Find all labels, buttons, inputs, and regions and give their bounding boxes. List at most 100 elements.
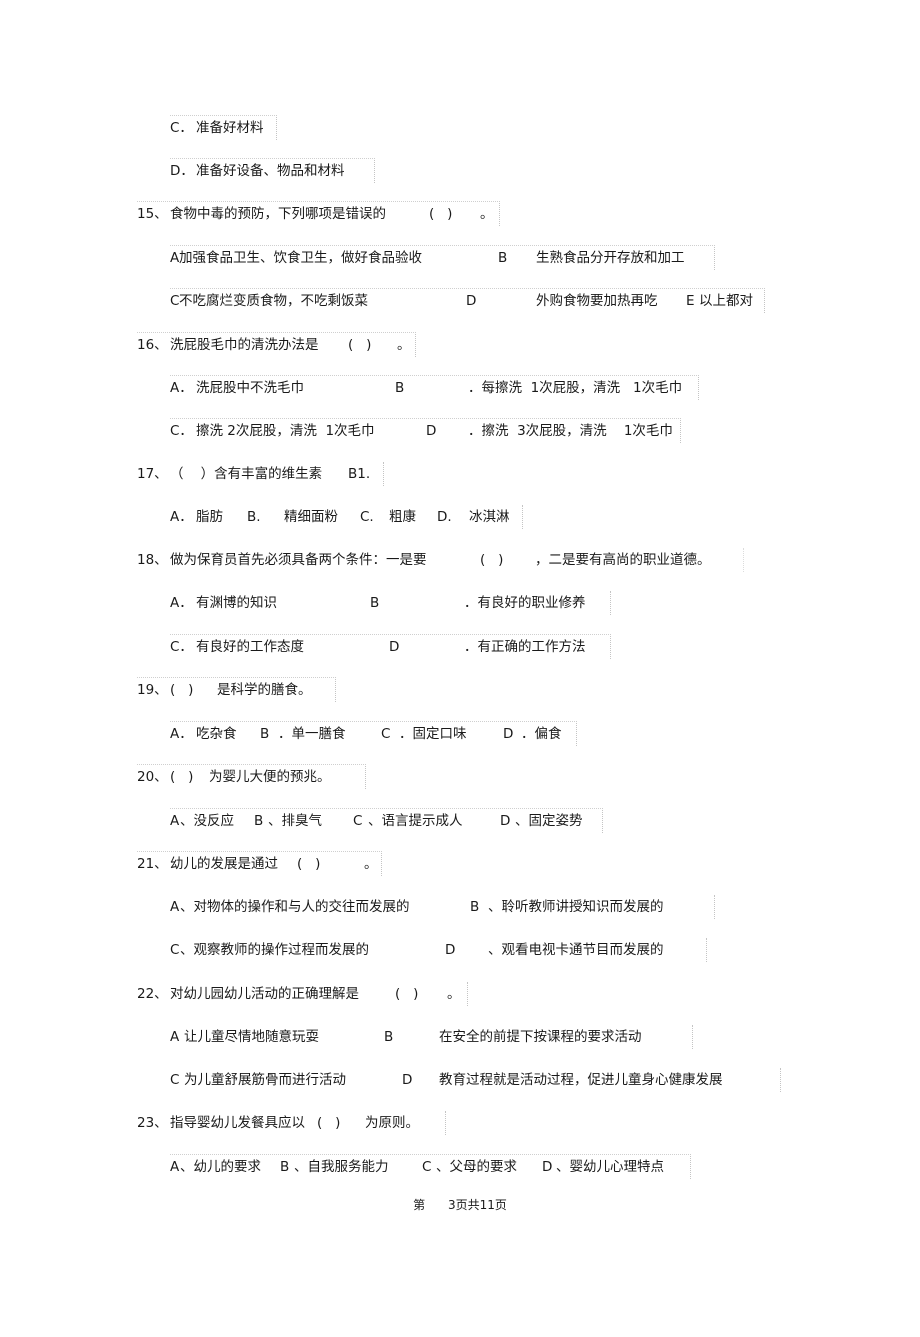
question-17: 17、 （ ）含有丰富的维生素 B1. xyxy=(137,462,384,486)
question-end: 。 xyxy=(480,206,494,222)
option-text: 、幼儿的要求 xyxy=(180,1159,261,1175)
option-label: D xyxy=(445,942,456,958)
option-label: B xyxy=(260,726,270,742)
question-22: 22、 对幼儿园幼儿活动的正确理解是 ( ) 。 xyxy=(137,982,468,1006)
option-text: 有渊博的知识 xyxy=(196,595,277,611)
question-number: 22、 xyxy=(137,986,168,1002)
answer-blank: ( ) xyxy=(297,856,321,872)
footer-total-pages: 11 xyxy=(479,1198,495,1212)
question-stem: （ ）含有丰富的维生素 xyxy=(170,466,323,482)
option-text: 、聆听教师讲授知识而发展的 xyxy=(488,899,664,915)
question-stem: 洗屁股毛巾的清洗办法是 xyxy=(170,337,319,353)
option-text: 洗屁股中不洗毛巾 xyxy=(196,380,304,396)
option-label: A xyxy=(170,899,180,915)
footer-suffix: 页 xyxy=(494,1198,507,1212)
question-end: ，二是要有高尚的职业道德。 xyxy=(535,552,711,568)
question-18: 18、 做为保育员首先必须具备两个条件：一是要 ( ) ，二是要有高尚的职业道德… xyxy=(137,548,744,572)
option-label: B xyxy=(254,813,264,829)
option-row: C． 擦洗 2次屁股，清洗 1次毛巾 D ．擦洗 3次屁股，清洗 1次毛巾 xyxy=(170,418,681,443)
option-label: C． xyxy=(170,120,193,136)
option-text: 让儿童尽情地随意玩耍 xyxy=(184,1029,319,1045)
option-row: A． 脂肪 B. 精细面粉 C. 粗康 D. 冰淇淋 xyxy=(170,505,523,529)
option-label: D xyxy=(500,813,511,829)
option-text: 擦洗 2次屁股，清洗 1次毛巾 xyxy=(196,423,375,439)
option-label: B xyxy=(395,380,405,396)
question-23: 23、 指导婴幼儿发餐具应以 ( ) 为原则。 xyxy=(137,1111,446,1135)
option-text: 加强食品卫生、饮食卫生，做好食品验收 xyxy=(179,250,422,266)
option-label: C xyxy=(170,942,180,958)
question-21: 21、 幼儿的发展是通过 ( ) 。 xyxy=(137,851,382,876)
option-label: A xyxy=(170,1029,180,1045)
option-label: C xyxy=(170,1072,180,1088)
option-label: B xyxy=(370,595,380,611)
option-row: D． 准备好设备、物品和材料 xyxy=(170,158,375,183)
option-text: ．擦洗 3次屁股，清洗 1次毛巾 xyxy=(468,423,673,439)
option-text: ．有良好的职业修养 xyxy=(464,595,586,611)
option-row: A 加强食品卫生、饮食卫生，做好食品验收 B 生熟食品分开存放和加工 xyxy=(170,245,715,270)
footer-middle: 页共 xyxy=(455,1198,480,1212)
footer-prefix: 第 xyxy=(413,1198,426,1212)
question-end: 为原则。 xyxy=(365,1115,419,1131)
option-label: C xyxy=(381,726,391,742)
option-text: ．偏食 xyxy=(521,726,562,742)
question-15: 15、 食物中毒的预防，下列哪项是错误的 ( ) 。 xyxy=(137,201,500,226)
option-label: A． xyxy=(170,380,193,396)
option-label: C． xyxy=(170,639,193,655)
option-text: 、婴幼儿心理特点 xyxy=(556,1159,664,1175)
question-stem: ( ) xyxy=(170,769,194,785)
option-text: 吃杂食 xyxy=(196,726,237,742)
option-row: C． 准备好材料 xyxy=(170,115,277,140)
answer-blank: ( ) xyxy=(429,206,453,222)
option-label: D xyxy=(466,293,477,309)
option-text: 有良好的工作态度 xyxy=(196,639,304,655)
option-text: 、观看电视卡通节目而发展的 xyxy=(488,942,664,958)
option-text: 教育过程就是活动过程，促进儿童身心健康发展 xyxy=(439,1072,723,1088)
question-number: 18、 xyxy=(137,552,168,568)
option-label: A xyxy=(170,250,180,266)
question-stem: 对幼儿园幼儿活动的正确理解是 xyxy=(170,986,359,1002)
option-label: E xyxy=(686,293,695,309)
question-end: B1. xyxy=(348,466,371,482)
option-text: 外购食物要加热再吃 xyxy=(536,293,658,309)
question-stem: 食物中毒的预防，下列哪项是错误的 xyxy=(170,206,386,222)
option-label: C． xyxy=(170,423,193,439)
option-text: 、语言提示成人 xyxy=(368,813,463,829)
option-label: A xyxy=(170,813,180,829)
option-label: C. xyxy=(360,509,374,525)
question-number: 23、 xyxy=(137,1115,168,1131)
question-stem: 做为保育员首先必须具备两个条件：一是要 xyxy=(170,552,427,568)
question-stem: 指导婴幼儿发餐具应以 xyxy=(170,1115,305,1131)
option-text: 、观察教师的操作过程而发展的 xyxy=(180,942,369,958)
question-end: 。 xyxy=(364,856,378,872)
option-label: D xyxy=(402,1072,413,1088)
question-20: 20、 ( ) 为婴儿大便的预兆。 xyxy=(137,764,366,789)
option-label: D xyxy=(426,423,437,439)
answer-blank: ( ) xyxy=(348,337,372,353)
option-text: 、父母的要求 xyxy=(436,1159,517,1175)
option-label: D xyxy=(542,1159,553,1175)
option-text: 、没反应 xyxy=(180,813,234,829)
option-row: C 为儿童舒展筋骨而进行活动 D 教育过程就是活动过程，促进儿童身心健康发展 xyxy=(170,1068,781,1092)
question-number: 19、 xyxy=(137,682,168,698)
option-label: D． xyxy=(170,163,194,179)
option-row: A． 有渊博的知识 B ．有良好的职业修养 xyxy=(170,591,611,615)
footer-current-page: 3 xyxy=(447,1198,456,1212)
option-text: 脂肪 xyxy=(196,509,223,525)
option-label: D xyxy=(389,639,400,655)
option-text: 、排臭气 xyxy=(268,813,322,829)
option-text: 精细面粉 xyxy=(284,509,338,525)
question-end: 。 xyxy=(447,986,461,1002)
option-text: 、固定姿势 xyxy=(515,813,583,829)
answer-blank: ( ) xyxy=(395,986,419,1002)
question-stem: ( ) xyxy=(170,682,194,698)
option-label: A． xyxy=(170,595,193,611)
answer-blank: ( ) xyxy=(317,1115,341,1131)
option-row: A 、幼儿的要求 B 、自我服务能力 C 、父母的要求 D 、婴幼儿心理特点 xyxy=(170,1154,691,1179)
option-text: ．有正确的工作方法 xyxy=(464,639,586,655)
option-text: 为儿童舒展筋骨而进行活动 xyxy=(184,1072,346,1088)
question-number: 21、 xyxy=(137,856,168,872)
option-text: 准备好设备、物品和材料 xyxy=(196,163,345,179)
option-label: B. xyxy=(247,509,261,525)
option-label: B xyxy=(470,899,480,915)
option-text: ．每擦洗 1次屁股，清洗 1次毛巾 xyxy=(468,380,683,396)
